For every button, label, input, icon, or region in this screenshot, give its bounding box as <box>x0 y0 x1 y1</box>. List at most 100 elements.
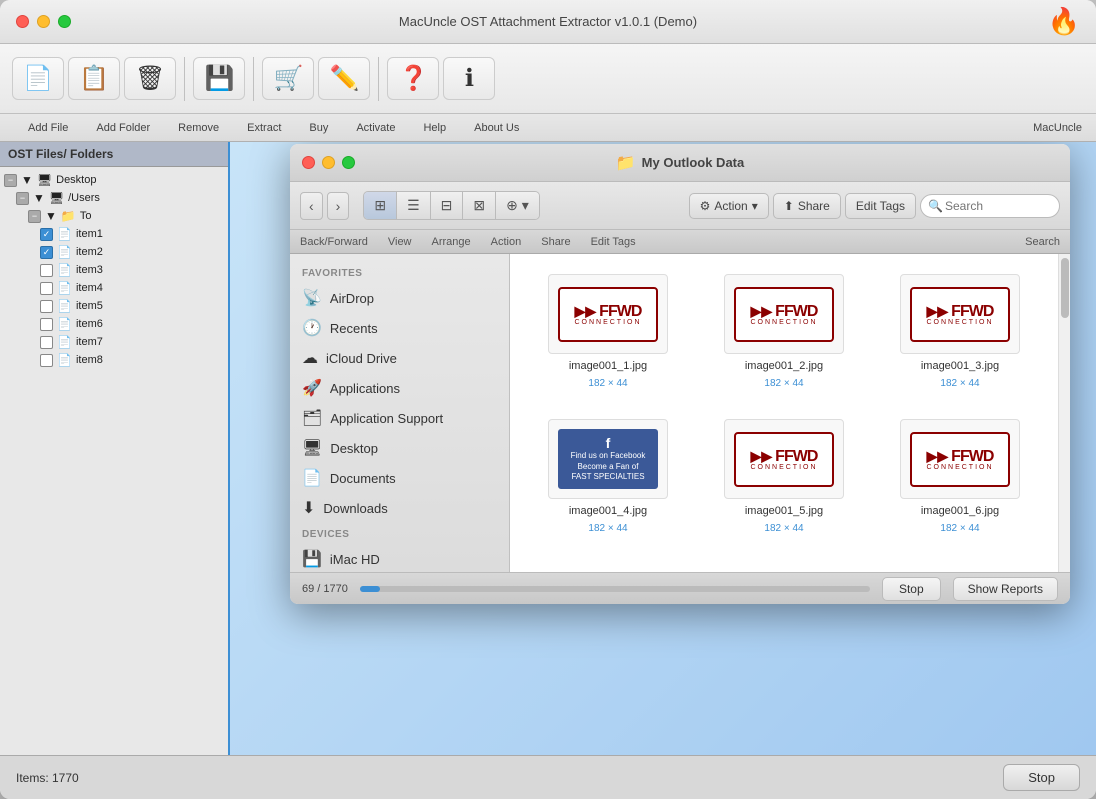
tree-checkbox-2[interactable]: ✓ <box>40 246 53 259</box>
scrollbar-thumb[interactable] <box>1061 258 1069 318</box>
add-folder-label[interactable]: Add Folder <box>82 122 164 134</box>
devices-section-label: Devices <box>290 523 509 544</box>
finder-stop-button[interactable]: Stop <box>882 577 941 601</box>
tree-label-2: item2 <box>76 246 103 258</box>
tree-item-2[interactable]: ✓ 📄 item2 <box>0 243 228 261</box>
sidebar-item-desktop[interactable]: 🖥 Desktop <box>290 433 509 463</box>
tree-item-3[interactable]: 📄 item3 <box>0 261 228 279</box>
tree-checkbox-4[interactable] <box>40 282 53 295</box>
about-button[interactable]: ℹ <box>443 57 495 100</box>
imac-hd-icon: 💾 <box>302 549 322 569</box>
file-item-4[interactable]: f Find us on FacebookBecome a Fan ofFAST… <box>530 419 686 534</box>
file-item-1[interactable]: ▶▶ FFWD CONNECTION image001_1.jpg 182 × … <box>530 274 686 389</box>
add-file-label[interactable]: Add File <box>14 122 82 134</box>
buy-label[interactable]: Buy <box>295 122 342 134</box>
finder-view-list[interactable]: ☰ <box>397 192 431 219</box>
tree-checkbox-5[interactable] <box>40 300 53 313</box>
tree-item-to[interactable]: − ▼ 📁 To <box>0 207 228 225</box>
tree-checkbox-desktop[interactable]: − <box>4 174 17 187</box>
sidebar-item-recents[interactable]: 🕐 Recents <box>290 313 509 343</box>
tree-item-7[interactable]: 📄 item7 <box>0 333 228 351</box>
finder-forward-button[interactable]: › <box>327 192 350 220</box>
help-label[interactable]: Help <box>409 122 460 134</box>
file-item-6[interactable]: ▶▶ FFWD CONNECTION image001_6.jpg 182 × … <box>882 419 1038 534</box>
sidebar-item-documents[interactable]: 📄 Documents <box>290 463 509 493</box>
sidebar-item-downloads[interactable]: ⬇ Downloads <box>290 493 509 523</box>
file-icon-3: 📄 <box>57 263 72 277</box>
file-size-6: 182 × 44 <box>940 523 979 534</box>
tree-checkbox-users[interactable]: − <box>16 192 29 205</box>
tree-checkbox-6[interactable] <box>40 318 53 331</box>
tree-checkbox-to[interactable]: − <box>28 210 41 223</box>
activate-button[interactable]: ✏️ <box>318 57 370 100</box>
tree-label-1: item1 <box>76 228 103 240</box>
sidebar-item-imac-hd[interactable]: 💾 iMac HD <box>290 544 509 572</box>
tree-item-6[interactable]: 📄 item6 <box>0 315 228 333</box>
about-label[interactable]: About Us <box>460 122 533 134</box>
sidebar-item-airdrop[interactable]: 📡 AirDrop <box>290 283 509 313</box>
computer-icon: 🖥 <box>37 173 52 187</box>
add-file-button[interactable]: 📄 <box>12 57 64 100</box>
finder-action-button[interactable]: ⚙ Action ▾ <box>689 193 769 219</box>
tree-checkbox-8[interactable] <box>40 354 53 367</box>
tree-label-7: item7 <box>76 336 103 348</box>
ffwd-logo-5: ▶▶ FFWD CONNECTION <box>734 432 834 487</box>
finder-title: 📁 My Outlook Data <box>616 153 745 173</box>
finder-title-bar: 📁 My Outlook Data <box>290 144 1070 182</box>
buy-button[interactable]: 🛒 <box>262 57 314 100</box>
finder-back-button[interactable]: ‹ <box>300 192 323 220</box>
sidebar-item-icloud[interactable]: ☁ iCloud Drive <box>290 343 509 373</box>
sidebar-item-applications[interactable]: 🚀 Applications <box>290 373 509 403</box>
finder-traffic-lights <box>302 156 355 169</box>
tree-checkbox-7[interactable] <box>40 336 53 349</box>
minimize-button[interactable] <box>37 15 50 28</box>
tree-item-desktop[interactable]: − ▼ 🖥 Desktop <box>0 171 228 189</box>
extract-label[interactable]: Extract <box>233 122 295 134</box>
sidebar-label-desktop: Desktop <box>330 441 378 456</box>
tree-item-5[interactable]: 📄 item5 <box>0 297 228 315</box>
finder-edit-tags-button[interactable]: Edit Tags <box>845 193 916 219</box>
sidebar-item-application-support[interactable]: 🗂 Application Support <box>290 403 509 433</box>
ost-panel-header: OST Files/ Folders <box>0 142 228 167</box>
traffic-lights <box>16 15 71 28</box>
toolbar-separator-1 <box>184 57 185 101</box>
remove-button[interactable]: 🗑 <box>124 57 176 100</box>
sidebar-label-app-support: Application Support <box>330 411 443 426</box>
remove-label[interactable]: Remove <box>164 122 233 134</box>
finder-share-button[interactable]: ⬆ Share <box>773 193 841 219</box>
ffwd-logo-1: ▶▶ FFWD CONNECTION <box>558 287 658 342</box>
close-button[interactable] <box>16 15 29 28</box>
tree-item-users[interactable]: − ▼ 🖥 /Users <box>0 189 228 207</box>
finder-minimize-button[interactable] <box>322 156 335 169</box>
file-item-5[interactable]: ▶▶ FFWD CONNECTION image001_5.jpg 182 × … <box>706 419 862 534</box>
file-item-3[interactable]: ▶▶ FFWD CONNECTION image001_3.jpg 182 × … <box>882 274 1038 389</box>
tree-item-4[interactable]: 📄 item4 <box>0 279 228 297</box>
finder-view-buttons: ⊞ ☰ ⊟ ⊠ ⊕ ▾ <box>363 191 539 220</box>
tree-item-1[interactable]: ✓ 📄 item1 <box>0 225 228 243</box>
tree-item-8[interactable]: 📄 item8 <box>0 351 228 369</box>
finder-view-column[interactable]: ⊟ <box>431 192 464 219</box>
finder-view-gallery[interactable]: ⊠ <box>463 192 496 219</box>
maximize-button[interactable] <box>58 15 71 28</box>
tree-checkbox-1[interactable]: ✓ <box>40 228 53 241</box>
file-icon-4: 📄 <box>57 281 72 295</box>
finder-close-button[interactable] <box>302 156 315 169</box>
help-button[interactable]: ❓ <box>387 57 439 100</box>
status-stop-button[interactable]: Stop <box>1003 764 1080 791</box>
finder-maximize-button[interactable] <box>342 156 355 169</box>
finder-view-arrange-dropdown[interactable]: ⊕ ▾ <box>496 192 539 219</box>
buy-icon: 🛒 <box>274 64 304 93</box>
tree-label-5: item5 <box>76 300 103 312</box>
share-icon: ⬆ <box>784 199 794 213</box>
finder-scrollbar[interactable] <box>1058 254 1070 572</box>
extract-button[interactable]: 💾 <box>193 57 245 100</box>
show-reports-button[interactable]: Show Reports <box>953 577 1058 601</box>
tree-checkbox-3[interactable] <box>40 264 53 277</box>
progress-bar <box>360 586 870 592</box>
finder-view-icon[interactable]: ⊞ <box>364 192 397 219</box>
file-item-2[interactable]: ▶▶ FFWD CONNECTION image001_2.jpg 182 × … <box>706 274 862 389</box>
finder-sidebar: Favorites 📡 AirDrop 🕐 Recents ☁ <box>290 254 510 572</box>
tree-label-3: item3 <box>76 264 103 276</box>
activate-label[interactable]: Activate <box>342 122 409 134</box>
add-folder-button[interactable]: 📋 <box>68 57 120 100</box>
